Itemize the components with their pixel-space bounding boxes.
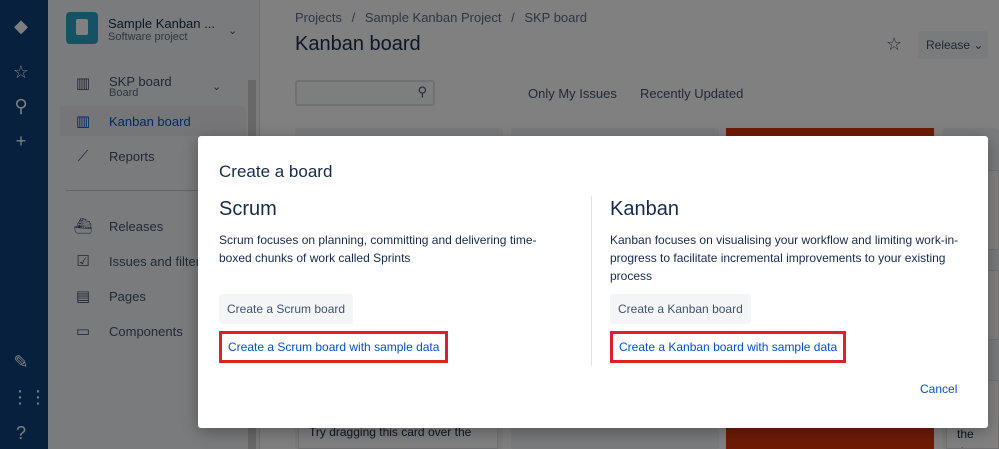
search-icon[interactable]: ⚲ [11,96,31,116]
cancel-link[interactable]: Cancel [920,382,957,396]
issues-icon: ☑ [76,253,90,270]
board-switcher-sub: Board [109,87,139,99]
breadcrumb-separator: / [511,10,515,25]
search-icon: ⚲ [417,84,427,99]
feedback-icon[interactable]: ✎ [11,352,31,372]
create-plus-icon[interactable]: + [11,131,31,151]
sidebar-item-label: Components [109,323,183,339]
quick-filter-recently-updated[interactable]: Recently Updated [640,86,743,101]
dialog-title: Create a board [219,162,333,181]
kanban-description: Kanban focuses on visualising your workf… [610,233,959,283]
help-icon[interactable]: ? [11,423,31,443]
app-switcher-icon[interactable]: ⋮⋮ [11,387,47,407]
sidebar-item-kanban-board[interactable]: ▥ Kanban board [60,106,246,136]
chevron-down-icon[interactable]: ⌄ [212,80,221,93]
breadcrumb-separator: / [351,10,356,25]
scrum-description: Scrum focuses on planning, committing an… [219,233,537,265]
scrum-heading: Scrum [219,198,277,220]
components-icon: ▭ [75,323,91,340]
sidebar-item-label: Releases [109,218,164,234]
project-type: Software project [108,31,188,43]
kanban-section: Kanban Kanban focuses on visualising you… [610,198,960,285]
create-board-dialog: Create a board Scrum Scrum focuses on pl… [198,136,988,428]
breadcrumb-board[interactable]: SKP board [524,10,587,25]
star-icon[interactable]: ☆ [886,34,902,55]
create-scrum-board-button[interactable]: Create a Scrum board [219,294,354,324]
board-search-input[interactable]: ⚲ [295,80,435,106]
ship-icon: ⛴ [73,218,93,235]
project-avatar[interactable] [66,12,98,44]
breadcrumb: Projects / Sample Kanban Project / SKP b… [295,10,593,25]
global-nav-rail: ◆ ☆ ⚲ + ✎ ⋮⋮ ? [0,0,48,449]
reports-icon: ⟋ [77,147,89,165]
breadcrumb-project[interactable]: Sample Kanban Project [365,10,502,25]
create-kanban-board-sample-data-link[interactable]: Create a Kanban board with sample data [610,331,847,363]
release-button[interactable]: Release ⌄ [918,31,988,59]
release-label: Release [926,38,971,52]
kanban-heading: Kanban [610,198,679,220]
board-icon: ▥ [75,113,91,130]
project-name[interactable]: Sample Kanban ... [108,16,215,31]
starred-icon[interactable]: ☆ [11,62,31,82]
create-scrum-board-sample-data-link[interactable]: Create a Scrum board with sample data [219,331,449,363]
sidebar-item-label: Pages [109,288,146,304]
card-text: the desc [957,427,982,448]
sidebar-item-label: Issues and filters [109,253,207,269]
chevron-down-icon: ⌄ [973,38,984,52]
jira-logo-icon[interactable]: ◆ [11,16,31,36]
scrum-section: Scrum Scrum focuses on planning, committ… [219,198,559,267]
chevron-down-icon[interactable]: ⌄ [228,24,237,37]
breadcrumb-projects[interactable]: Projects [295,10,342,25]
section-divider [591,196,592,366]
quick-filter-only-my-issues[interactable]: Only My Issues [528,86,617,101]
sidebar-item-label: Kanban board [109,113,191,129]
page-icon: ▤ [75,288,91,305]
page-title: Kanban board [295,33,421,55]
sidebar-item-label: Reports [109,148,155,164]
board-icon: ▥ [75,75,91,92]
create-kanban-board-button[interactable]: Create a Kanban board [610,294,751,324]
